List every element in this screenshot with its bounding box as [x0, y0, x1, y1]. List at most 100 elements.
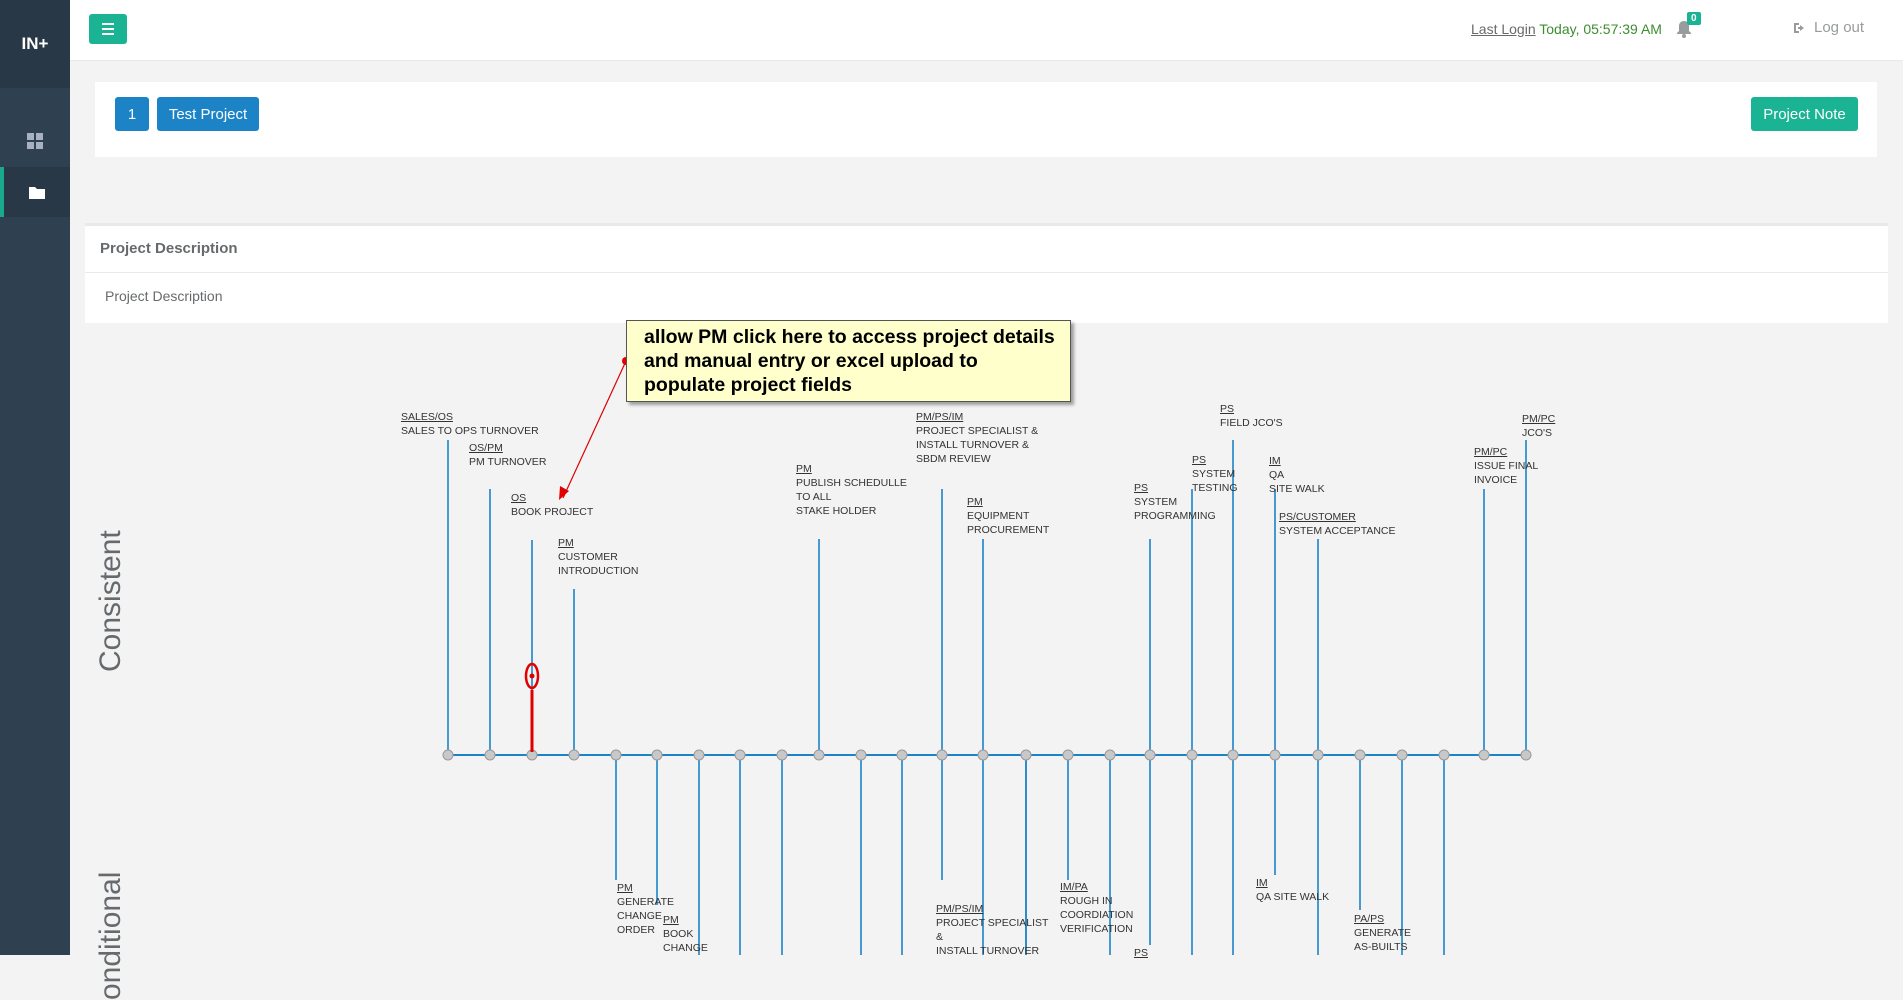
milestone-description: ORDER — [617, 924, 655, 936]
milestone-description: SYSTEM ACCEPTANCE — [1279, 525, 1396, 537]
timeline-node — [1520, 749, 1532, 761]
dashboard-icon — [27, 133, 43, 149]
milestone-description: CHANGE — [663, 942, 708, 954]
milestone-description: VERIFICATION — [1060, 923, 1133, 935]
sidebar-item-projects[interactable] — [0, 167, 70, 217]
milestone-label[interactable]: PS — [1134, 946, 1148, 960]
milestone-description: SYSTEM — [1134, 496, 1178, 508]
milestone-label[interactable]: IM QA SITE WALK — [1256, 876, 1329, 904]
project-bar: 1 Test Project Project Note — [95, 82, 1877, 157]
milestone-role: IM — [1269, 455, 1281, 467]
project-note-button[interactable]: Project Note — [1751, 97, 1858, 131]
milestone-description: INSTALL TURNOVER — [936, 945, 1040, 957]
milestone-description: SITE WALK — [1269, 483, 1325, 495]
project-description-panel: Project Description Project Description — [85, 223, 1888, 323]
timeline-node — [610, 749, 622, 761]
milestone-description: PROJECT SPECIALIST & — [916, 425, 1039, 437]
milestone-description: COORDIATION — [1060, 909, 1134, 921]
logout-link[interactable]: Log out — [1793, 19, 1864, 36]
milestone-label[interactable]: PA/PS GENERATE AS-BUILTS — [1354, 912, 1411, 954]
notification-badge: 0 — [1687, 12, 1701, 25]
milestone-role: OS — [511, 492, 527, 504]
milestone-label[interactable]: PS SYSTEM TESTING — [1192, 453, 1238, 495]
milestone-role: PM — [663, 914, 679, 926]
milestone-description: EQUIPMENT — [967, 510, 1030, 522]
milestone-description: QA — [1269, 469, 1285, 481]
milestone-label[interactable]: IM QA SITE WALK — [1269, 454, 1325, 496]
milestone-label[interactable]: PS SYSTEM PROGRAMMING — [1134, 481, 1216, 523]
milestone-role: PM/PC — [1474, 446, 1508, 458]
milestone-description: TESTING — [1192, 482, 1238, 494]
milestone-label[interactable]: PM/PC ISSUE FINAL INVOICE — [1474, 445, 1538, 487]
milestone-label[interactable]: PM/PS/IM PROJECT SPECIALIST & INSTALL TURNO… — [936, 902, 1048, 958]
project-name-button[interactable]: Test Project — [157, 97, 259, 131]
milestone-role: PS — [1192, 454, 1207, 466]
timeline-node — [442, 749, 454, 761]
timeline-node — [1186, 749, 1198, 761]
milestone-description: BOOK — [663, 928, 694, 940]
milestone-role: IM — [1256, 877, 1268, 889]
milestone-label[interactable]: SALES/OS SALES TO OPS TURNOVER — [401, 410, 539, 438]
sidebar-item-dashboard[interactable] — [0, 116, 70, 166]
milestone-description: QA SITE WALK — [1256, 891, 1330, 903]
last-login: Last Login Today, 05:57:39 AM — [1471, 21, 1662, 37]
milestone-description: SALES TO OPS TURNOVER — [401, 425, 539, 437]
menu-toggle-button[interactable] — [89, 14, 127, 44]
timeline-node — [1312, 749, 1324, 761]
milestone-label[interactable]: PM PUBLISH SCHEDULLE TO ALL STAKE HOLDER — [796, 462, 907, 518]
timeline-node — [1144, 749, 1156, 761]
milestone-role: PM/PC — [1522, 413, 1556, 425]
timeline-node — [1104, 749, 1116, 761]
milestone-role: PM/PS/IM — [936, 903, 984, 915]
milestone-description: CHANGE — [617, 910, 662, 922]
milestone-description: JCO'S — [1522, 427, 1553, 439]
milestone-label[interactable]: PM/PS/IM PROJECT SPECIALIST & INSTALL TURN… — [916, 410, 1038, 466]
milestone-description: CUSTOMER — [558, 551, 618, 563]
milestone-description: FIELD JCO'S — [1220, 417, 1283, 429]
panel-title: Project Description — [100, 240, 238, 257]
milestone-label[interactable]: PS/CUSTOMER SYSTEM ACCEPTANCE — [1279, 510, 1396, 538]
milestone-label[interactable]: OS BOOK PROJECT — [511, 491, 593, 519]
sign-out-icon — [1794, 22, 1804, 33]
app-logo[interactable]: IN+ — [0, 0, 70, 88]
annotation-arrowhead — [559, 486, 569, 500]
timeline-node — [1396, 749, 1408, 761]
milestone-role: PM — [617, 882, 633, 894]
milestone-role: PM — [967, 496, 983, 508]
milestone-description: PM TURNOVER — [469, 456, 547, 468]
milestone-description: PROGRAMMING — [1134, 510, 1216, 522]
milestone-description: GENERATE — [617, 896, 674, 908]
last-login-label[interactable]: Last Login — [1471, 21, 1536, 37]
milestone-label[interactable]: OS/PM PM TURNOVER — [469, 441, 546, 469]
milestone-label[interactable]: PM BOOK CHANGE — [663, 913, 708, 955]
milestone-label[interactable]: PM CUSTOMER INTRODUCTION — [558, 536, 639, 578]
milestone-description: & — [936, 931, 944, 943]
milestone-role: PS/CUSTOMER — [1279, 511, 1356, 523]
milestone-description: STAKE HOLDER — [796, 505, 877, 517]
timeline-node — [896, 749, 908, 761]
milestone-description: INVOICE — [1474, 474, 1518, 486]
milestone-label[interactable]: PM EQUIPMENT PROCUREMENT — [967, 495, 1049, 537]
milestone-label[interactable]: IM/PA ROUGH IN COORDIATION VERIFICATION — [1060, 880, 1133, 936]
timeline-node — [484, 749, 496, 761]
milestone-description: BOOK PROJECT — [511, 506, 594, 518]
timeline-node — [568, 749, 580, 761]
hamburger-line — [102, 33, 114, 35]
timeline-node — [1269, 749, 1281, 761]
timeline-node — [855, 749, 867, 761]
milestone-label[interactable]: PS FIELD JCO'S — [1220, 402, 1283, 430]
milestone-label[interactable]: PM GENERATE CHANGE ORDER — [617, 881, 674, 937]
milestone-role: IM/PA — [1060, 881, 1088, 893]
timeline-node — [651, 749, 663, 761]
sidebar: IN+ — [0, 0, 70, 955]
timeline-node — [776, 749, 788, 761]
milestone-description: ISSUE FINAL — [1474, 460, 1539, 472]
milestone-description: INTRODUCTION — [558, 565, 639, 577]
consistent-label: Consistent — [94, 530, 127, 672]
folder-icon — [29, 187, 45, 199]
milestone-label[interactable]: PM/PC JCO'S — [1522, 412, 1555, 440]
project-number-button[interactable]: 1 — [115, 97, 149, 131]
milestone-description: AS-BUILTS — [1354, 941, 1408, 953]
timeline-node — [1354, 749, 1366, 761]
milestone-description: PROCUREMENT — [967, 524, 1050, 536]
